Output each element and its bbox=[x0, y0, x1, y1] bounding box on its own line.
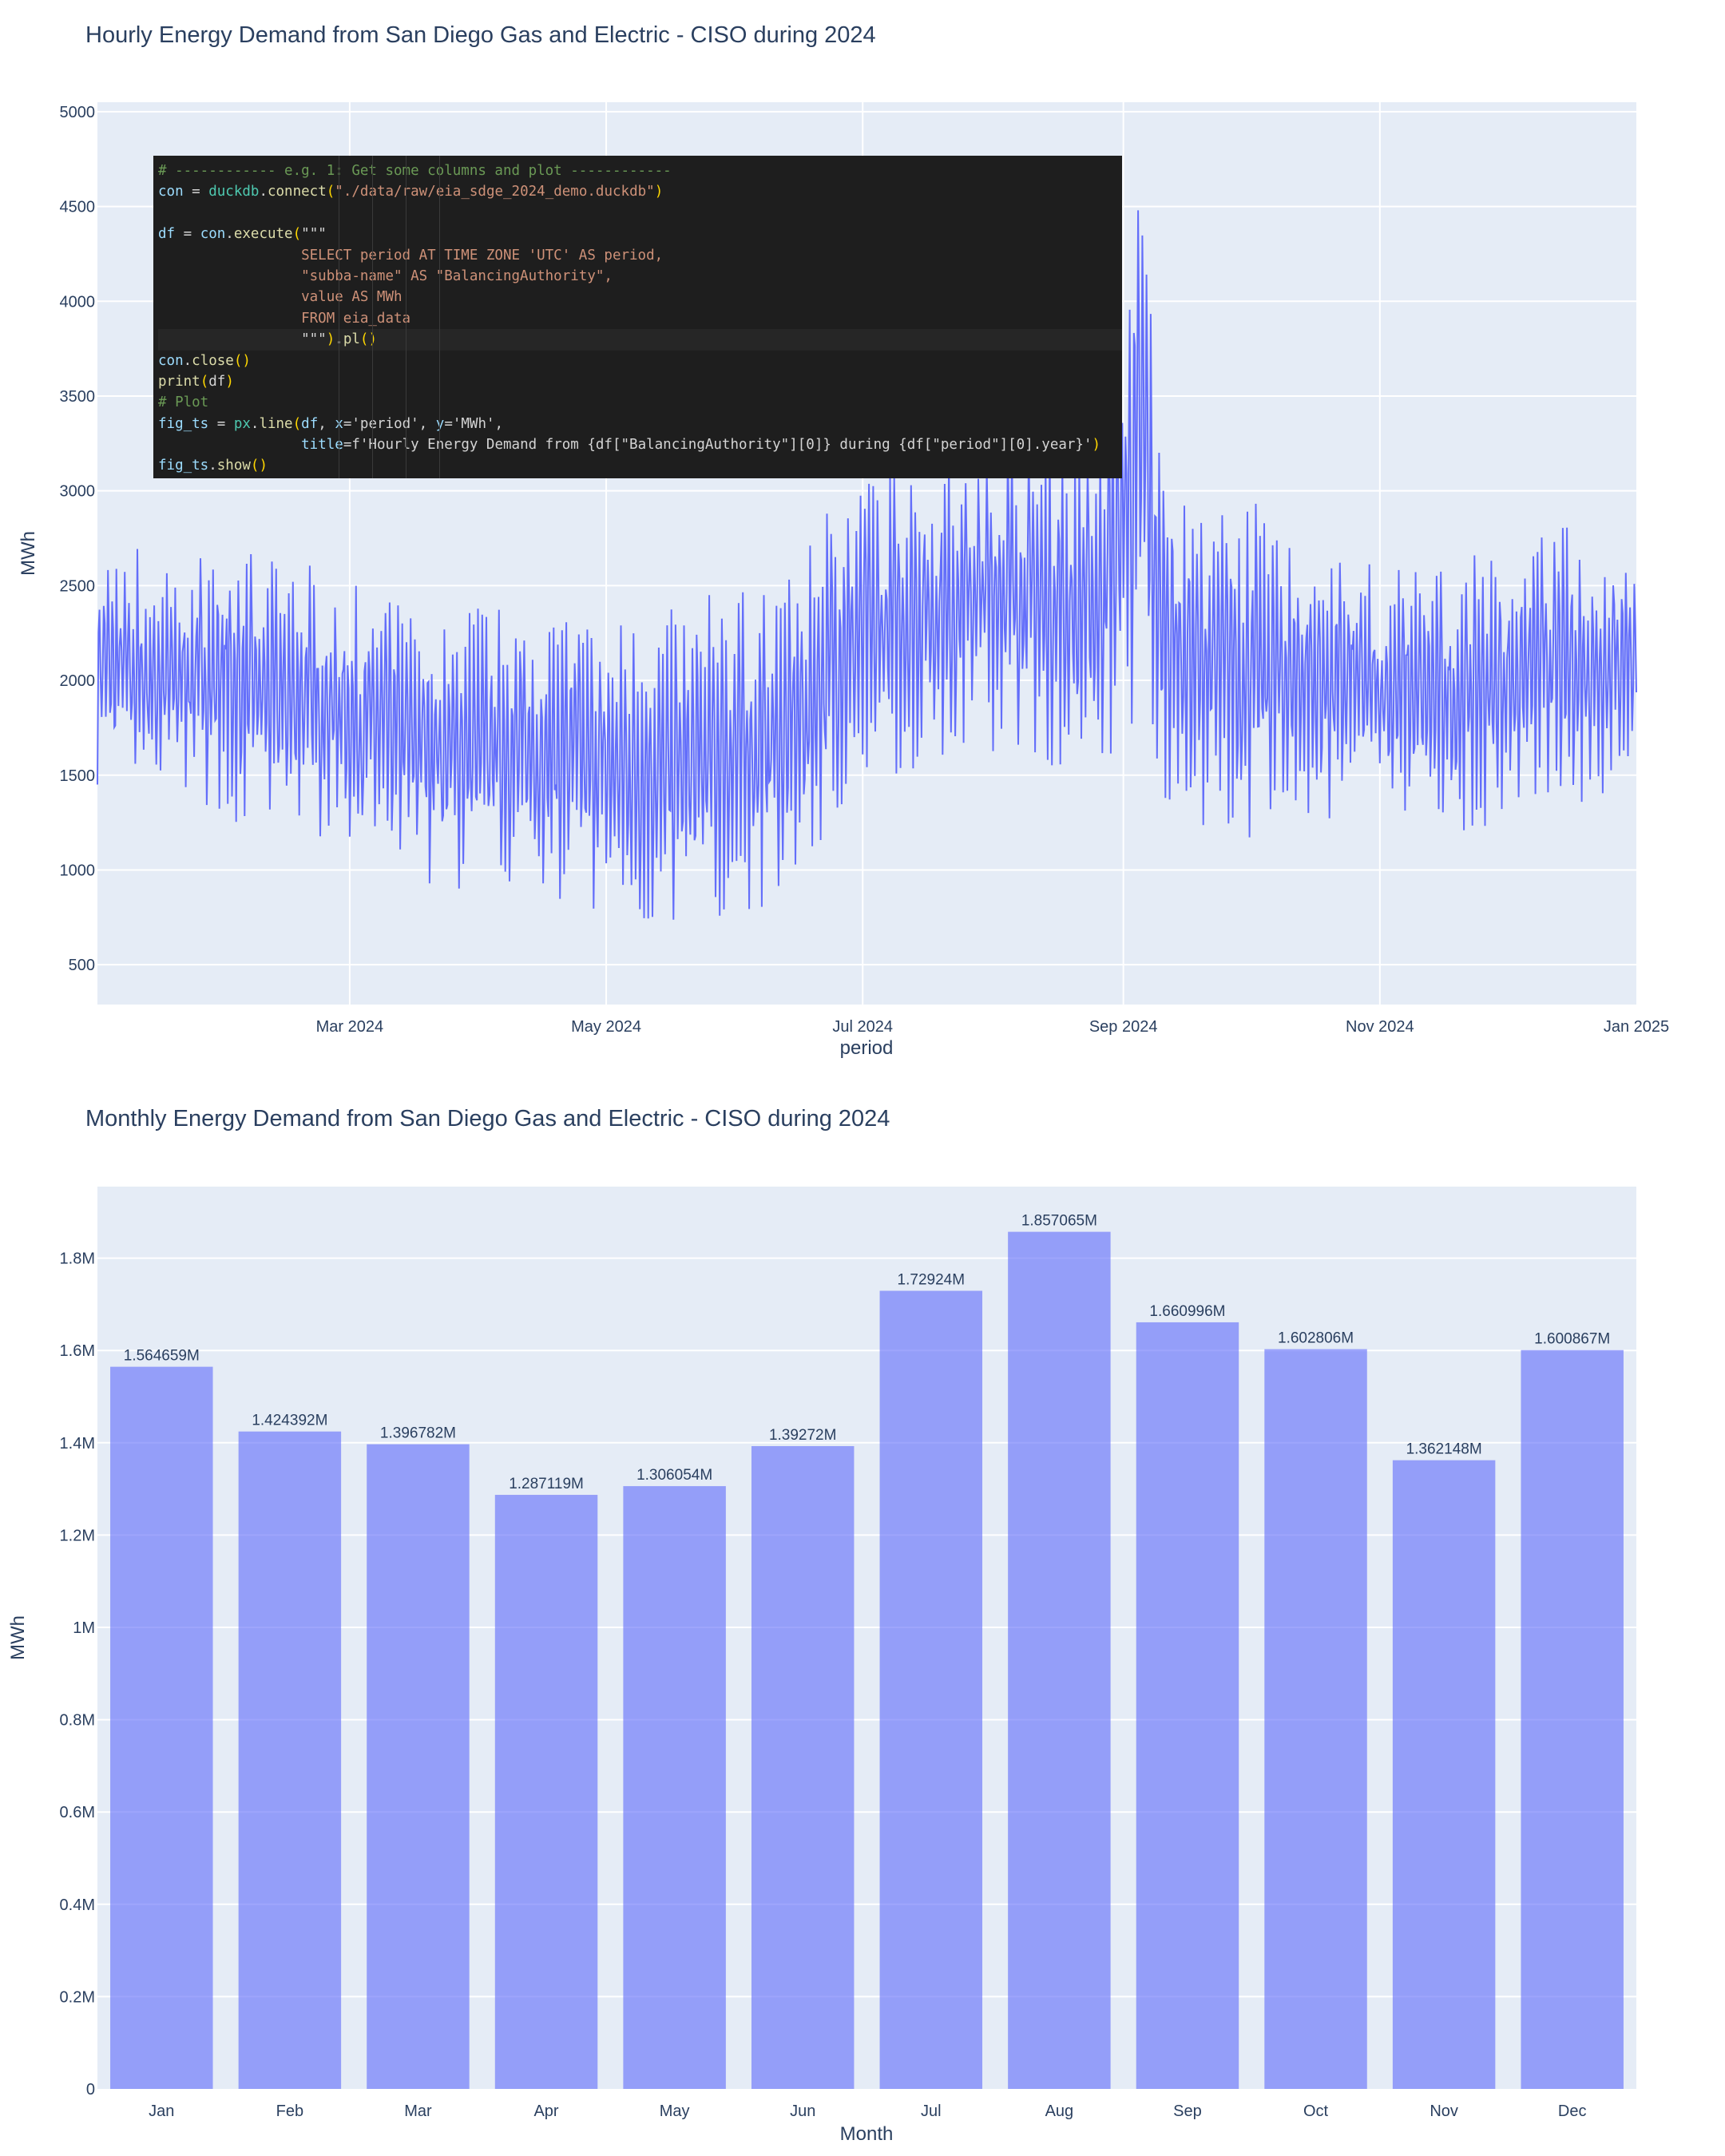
code-line: # Plot bbox=[158, 394, 209, 411]
code-line: FROM eia_data bbox=[158, 310, 411, 327]
monthly-y-tick-label: 1.2M bbox=[60, 1527, 95, 1544]
monthly-x-tick-label: Jun bbox=[790, 2102, 815, 2120]
code-line: value AS MWh bbox=[158, 289, 402, 306]
monthly-y-tick-label: 1M bbox=[73, 1619, 95, 1637]
monthly-bar-label: 1.564659M bbox=[124, 1348, 200, 1365]
monthly-bar-nov[interactable] bbox=[1392, 1460, 1496, 2089]
hourly-x-tick-labels: Mar 2024 May 2024 Jul 2024 Sep 2024 Nov 2024… bbox=[316, 1018, 1669, 1036]
hourly-x-axis-title: period bbox=[840, 1037, 894, 1059]
monthly-bar-feb[interactable] bbox=[238, 1431, 342, 2089]
monthly-y-tick-label: 1.6M bbox=[60, 1342, 95, 1360]
indent-guide bbox=[372, 156, 373, 478]
monthly-bar-label: 1.72924M bbox=[898, 1271, 966, 1288]
hourly-y-tick-label: 500 bbox=[69, 957, 95, 974]
code-lines: # ------------ e.g. 1: Get some columns … bbox=[158, 161, 1122, 477]
monthly-x-tick-label: Feb bbox=[276, 2102, 303, 2120]
hourly-y-tick-label: 3500 bbox=[60, 388, 96, 406]
hourly-y-tick-label: 4500 bbox=[60, 199, 96, 216]
monthly-bar-jan[interactable] bbox=[110, 1366, 213, 2089]
monthly-x-axis-title: Month bbox=[840, 2123, 894, 2145]
monthly-bar-label: 1.602806M bbox=[1278, 1330, 1354, 1347]
monthly-chart: Monthly Energy Demand from San Diego Gas… bbox=[7, 1106, 1636, 2145]
monthly-bar-mar[interactable] bbox=[367, 1444, 470, 2089]
monthly-x-tick-label: Aug bbox=[1045, 2102, 1074, 2120]
hourly-x-tick-label: Mar 2024 bbox=[316, 1018, 384, 1036]
code-line: con = duckdb.connect("./data/raw/eia_sdg… bbox=[158, 184, 664, 200]
monthly-bar-label: 1.396782M bbox=[380, 1425, 456, 1442]
monthly-bar-dec[interactable] bbox=[1521, 1349, 1624, 2089]
monthly-x-tick-label: Mar bbox=[404, 2102, 432, 2120]
monthly-y-tick-label: 1.4M bbox=[60, 1435, 95, 1453]
monthly-x-tick-labels: Jan Feb Mar Apr May Jun Jul Aug Sep Oct Nov Dec bbox=[149, 2102, 1586, 2120]
code-line: title=f'Hourly Energy Demand from {df["B… bbox=[301, 437, 1101, 454]
code-line: fig_ts = px.line(df, x='period', y='MWh'… bbox=[158, 415, 504, 432]
hourly-x-tick-label: Nov 2024 bbox=[1346, 1018, 1414, 1036]
indent-guide bbox=[439, 156, 440, 478]
hourly-y-tick-label: 1000 bbox=[60, 862, 96, 879]
hourly-chart-title: Hourly Energy Demand from San Diego Gas … bbox=[85, 22, 876, 48]
code-editor-overlay[interactable]: # ------------ e.g. 1: Get some columns … bbox=[153, 156, 1122, 478]
monthly-x-tick-label: Oct bbox=[1303, 2102, 1329, 2120]
hourly-x-tick-label: Sep 2024 bbox=[1089, 1018, 1158, 1036]
monthly-x-tick-label: Sep bbox=[1173, 2102, 1202, 2120]
monthly-bar-oct[interactable] bbox=[1264, 1349, 1367, 2089]
monthly-x-tick-label: Apr bbox=[533, 2102, 558, 2120]
monthly-bar-label: 1.424392M bbox=[252, 1413, 327, 1429]
monthly-y-tick-label: 1.8M bbox=[60, 1250, 95, 1268]
code-line: fig_ts.show() bbox=[158, 458, 268, 474]
monthly-y-tick-label: 0 bbox=[86, 2081, 95, 2099]
monthly-bar-label: 1.600867M bbox=[1534, 1331, 1610, 1348]
code-line: # ------------ e.g. 1: Get some columns … bbox=[158, 163, 672, 179]
monthly-x-tick-label: Jul bbox=[921, 2102, 942, 2120]
monthly-bar-label: 1.39272M bbox=[769, 1427, 837, 1444]
hourly-x-tick-label: May 2024 bbox=[571, 1018, 641, 1036]
monthly-y-tick-label: 0.6M bbox=[60, 1804, 95, 1821]
hourly-y-tick-label: 4000 bbox=[60, 293, 96, 311]
monthly-y-tick-label: 0.4M bbox=[60, 1896, 95, 1914]
monthly-x-tick-label: Jan bbox=[149, 2102, 174, 2120]
code-line: SELECT period AT TIME ZONE 'UTC' AS peri… bbox=[158, 247, 664, 264]
monthly-x-tick-label: May bbox=[660, 2102, 690, 2120]
monthly-bar-jun[interactable] bbox=[751, 1446, 855, 2089]
hourly-y-axis-title: MWh bbox=[18, 531, 39, 576]
monthly-y-tick-label: 0.8M bbox=[60, 1712, 95, 1730]
code-line: print(df) bbox=[158, 373, 234, 390]
monthly-chart-title: Monthly Energy Demand from San Diego Gas… bbox=[85, 1106, 890, 1132]
monthly-x-tick-label: Nov bbox=[1430, 2102, 1458, 2120]
monthly-bar-aug[interactable] bbox=[1008, 1231, 1111, 2089]
hourly-y-tick-label: 3000 bbox=[60, 483, 96, 501]
hourly-y-tick-label: 1500 bbox=[60, 767, 96, 785]
code-line: df = con.execute(""" bbox=[158, 226, 327, 243]
monthly-x-tick-label: Dec bbox=[1558, 2102, 1587, 2120]
monthly-bar-label: 1.660996M bbox=[1149, 1303, 1225, 1320]
monthly-bar-label: 1.857065M bbox=[1021, 1213, 1097, 1230]
monthly-bar-label: 1.306054M bbox=[636, 1467, 712, 1484]
monthly-bar-sep[interactable] bbox=[1136, 1322, 1239, 2089]
hourly-y-tick-labels: 500 1000 1500 2000 2500 3000 3500 4000 4500 5000 bbox=[60, 104, 96, 974]
monthly-y-tick-labels: 0 0.2M 0.4M 0.6M 0.8M 1M 1.2M 1.4M 1.6M 1.8M bbox=[60, 1250, 95, 2099]
hourly-x-tick-label: Jan 2025 bbox=[1604, 1018, 1669, 1036]
code-line: """).pl() bbox=[158, 329, 1122, 351]
monthly-bar-label: 1.287119M bbox=[509, 1476, 584, 1492]
monthly-bar-apr[interactable] bbox=[494, 1495, 598, 2089]
hourly-x-tick-label: Jul 2024 bbox=[832, 1018, 893, 1036]
monthly-bar-jul[interactable] bbox=[879, 1290, 983, 2089]
code-line: "subba-name" AS "BalancingAuthority", bbox=[158, 268, 613, 284]
hourly-y-tick-label: 5000 bbox=[60, 104, 96, 121]
monthly-bar-may[interactable] bbox=[623, 1486, 726, 2089]
code-line: con.close() bbox=[158, 352, 251, 369]
hourly-y-tick-label: 2000 bbox=[60, 672, 96, 690]
monthly-bar-label: 1.362148M bbox=[1406, 1441, 1482, 1458]
monthly-y-axis-title: MWh bbox=[7, 1615, 29, 1660]
monthly-y-tick-label: 0.2M bbox=[60, 1988, 95, 2006]
hourly-y-tick-label: 2500 bbox=[60, 577, 96, 595]
